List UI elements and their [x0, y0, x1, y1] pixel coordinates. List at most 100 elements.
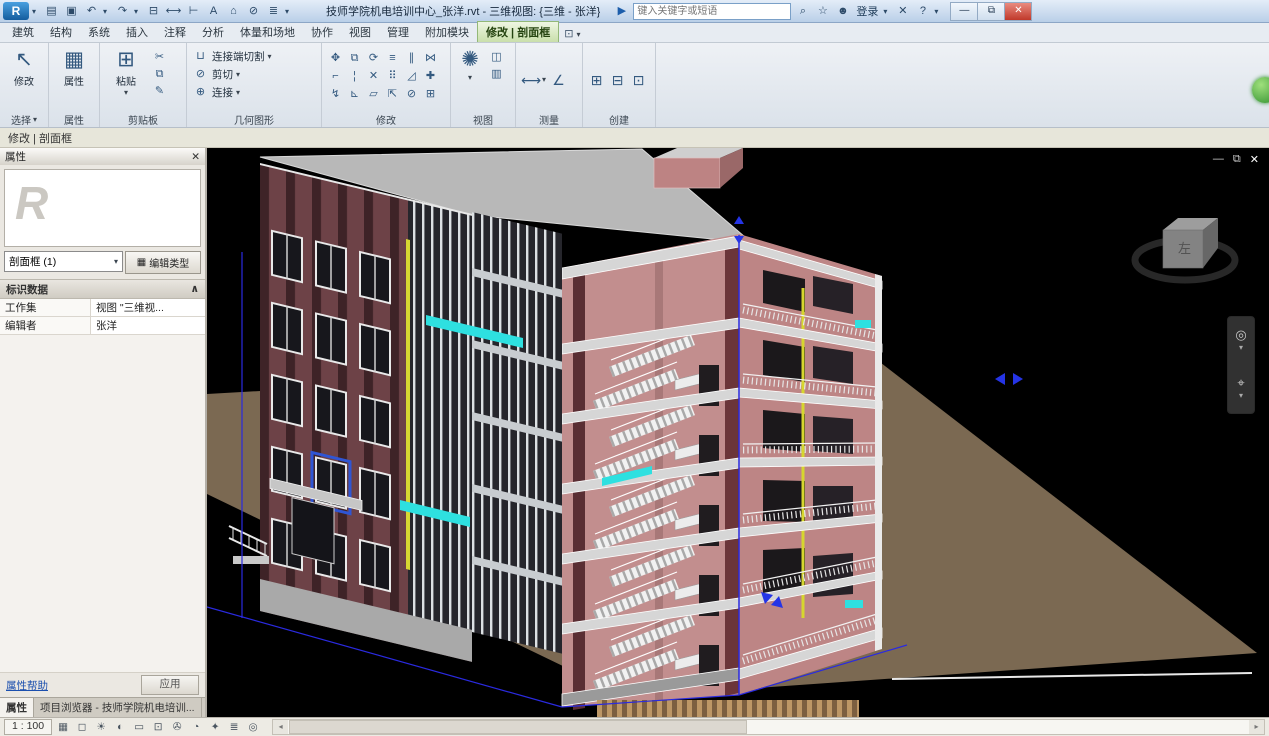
undo-dropdown-icon[interactable]: ▾ — [103, 7, 111, 16]
scroll-right-icon[interactable]: ▸ — [1249, 720, 1264, 734]
property-row-edited-by[interactable]: 编辑者 张洋 — [0, 317, 205, 335]
panel-label-properties[interactable]: 属性 — [49, 112, 99, 127]
restore-button[interactable]: ⧉ — [977, 2, 1005, 21]
forward-icon[interactable]: ▶ — [613, 3, 630, 20]
tab-architecture[interactable]: 建筑 — [4, 22, 42, 42]
visual-style-icon[interactable]: ◻ — [74, 720, 90, 735]
properties-help-link[interactable]: 属性帮助 — [6, 678, 48, 693]
section-icon[interactable]: ⊘ — [245, 3, 262, 20]
array-icon[interactable]: ⠿ — [384, 68, 401, 84]
angle-dimension-icon[interactable]: ∠ — [550, 72, 567, 88]
tab-project-browser[interactable]: 项目浏览器 - 技师学院机电培训... — [34, 698, 202, 717]
scroll-left-icon[interactable]: ◂ — [273, 720, 288, 734]
3d-model-canvas[interactable] — [207, 148, 1269, 717]
identity-data-header[interactable]: 标识数据 ∧ — [0, 279, 205, 299]
tab-massing-site[interactable]: 体量和场地 — [232, 22, 303, 42]
property-row-workset[interactable]: 工作集 视图 "三维视... — [0, 299, 205, 317]
thin-lines-icon[interactable]: ≣ — [265, 3, 282, 20]
save-icon[interactable]: ▣ — [63, 3, 80, 20]
copy-icon[interactable]: ⧉ — [346, 50, 363, 66]
modify-tool-button[interactable]: ↖ 修改 — [5, 47, 43, 88]
paint-icon[interactable]: ▱ — [365, 86, 382, 102]
sign-in-label[interactable]: 登录 — [856, 3, 878, 19]
hide-elements-button[interactable]: ✺ ▾ — [456, 47, 484, 82]
cut-geometry-button[interactable]: ⊘ 剪切 ▾ — [192, 65, 316, 83]
create-similar-icon[interactable]: ⊟ — [609, 72, 626, 88]
horizontal-scrollbar[interactable]: ◂ ▸ — [272, 719, 1265, 735]
scrollbar-track[interactable] — [748, 720, 1249, 734]
crop-region-icon[interactable]: ▭ — [131, 720, 147, 735]
panel-label-select[interactable]: 选择▾ — [0, 112, 48, 127]
steering-wheel-icon[interactable]: ◎▾ — [1235, 328, 1246, 354]
properties-toggle-button[interactable]: ▦ 属性 — [54, 47, 94, 88]
cut-to-clipboard-icon[interactable]: ✂ — [151, 49, 168, 65]
paste-button[interactable]: ⊞ 粘贴 ▾ — [105, 47, 147, 97]
displace-elements-icon[interactable]: ▥ — [488, 66, 505, 82]
close-palette-icon[interactable]: ✕ — [191, 151, 200, 163]
tab-collaborate[interactable]: 协作 — [303, 22, 341, 42]
type-selector[interactable]: 剖面框 (1) ▾ — [4, 251, 123, 272]
create-assembly-icon[interactable]: ⊡ — [630, 72, 647, 88]
delete-icon[interactable]: ✕ — [365, 68, 382, 84]
match-type-icon[interactable]: ✎ — [151, 83, 168, 99]
measure-icon[interactable]: ⟷ — [165, 3, 182, 20]
aligned-dimension-icon[interactable]: ⊢ — [185, 3, 202, 20]
text-note-icon[interactable]: A — [205, 3, 222, 20]
scrollbar-thumb[interactable] — [289, 720, 747, 734]
help-dropdown-icon[interactable]: ▾ — [934, 7, 942, 16]
viewport-restore-button[interactable]: ⧉ — [1233, 153, 1241, 166]
pin-icon[interactable]: ✚ — [422, 68, 439, 84]
print-icon[interactable]: ⊟ — [145, 3, 162, 20]
extend-icon[interactable]: ⇱ — [384, 86, 401, 102]
sign-in-dropdown-icon[interactable]: ▾ — [883, 7, 891, 16]
redo-icon[interactable]: ↷ — [114, 3, 131, 20]
customize-qat-dropdown-icon[interactable]: ▾ — [285, 7, 293, 16]
tab-systems[interactable]: 系统 — [80, 22, 118, 42]
apply-button[interactable]: 应用 — [141, 675, 199, 695]
open-icon[interactable]: ▤ — [43, 3, 60, 20]
tab-structure[interactable]: 结构 — [42, 22, 80, 42]
constraints-icon[interactable]: ◎ — [245, 720, 261, 735]
tab-properties-palette[interactable]: 属性 — [0, 698, 34, 717]
application-menu-button[interactable]: R — [3, 2, 29, 20]
contextual-extra-tab[interactable]: ⊡ ▾ — [559, 25, 585, 42]
measure-tool-icon[interactable]: ⟷ — [521, 72, 538, 88]
tab-modify-section-box[interactable]: 修改 | 剖面框 — [477, 21, 559, 42]
search-input[interactable] — [633, 3, 791, 20]
drawing-area[interactable]: — ⧉ ✕ 左 ◎▾ ⌖▾ — [207, 148, 1269, 717]
scale-icon[interactable]: ◿ — [403, 68, 420, 84]
viewcube[interactable]: 左 — [1129, 200, 1241, 294]
edit-type-button[interactable]: ▦ 编辑类型 — [125, 251, 201, 274]
tab-manage[interactable]: 管理 — [379, 22, 417, 42]
app-menu-dropdown-icon[interactable]: ▾ — [32, 7, 40, 16]
communication-center-icon[interactable] — [1252, 77, 1269, 103]
close-button[interactable]: ✕ — [1004, 2, 1032, 21]
minimize-button[interactable]: — — [950, 2, 978, 21]
move-icon[interactable]: ✥ — [327, 50, 344, 66]
viewport-minimize-button[interactable]: — — [1213, 153, 1224, 166]
analytical-model-icon[interactable]: ≣ — [226, 720, 242, 735]
redo-dropdown-icon[interactable]: ▾ — [134, 7, 142, 16]
offset-icon[interactable]: ∥ — [403, 50, 420, 66]
cut-profile-icon[interactable]: ⊘ — [403, 86, 420, 102]
favorites-star-icon[interactable]: ☆ — [814, 3, 831, 20]
default-3d-view-icon[interactable]: ⌂ — [225, 3, 242, 20]
undo-icon[interactable]: ↶ — [83, 3, 100, 20]
unpin-icon[interactable]: ↯ — [327, 86, 344, 102]
split-icon[interactable]: ¦ — [346, 68, 363, 84]
fillet-icon[interactable]: ⊾ — [346, 86, 363, 102]
tab-annotate[interactable]: 注释 — [156, 22, 194, 42]
override-graphics-icon[interactable]: ◫ — [488, 49, 505, 65]
zoom-tool-icon[interactable]: ⌖▾ — [1237, 376, 1244, 402]
detail-level-icon[interactable]: ▦ — [55, 720, 71, 735]
mirror-icon[interactable]: ⋈ — [422, 50, 439, 66]
user-icon[interactable]: ☻ — [834, 3, 851, 20]
create-group-icon[interactable]: ⊞ — [422, 86, 439, 102]
align-icon[interactable]: ≡ — [384, 50, 401, 66]
scale-button[interactable]: 1 : 100 — [4, 719, 52, 735]
tab-addins[interactable]: 附加模块 — [417, 22, 477, 42]
measure-dropdown-icon[interactable]: ▾ — [542, 75, 546, 84]
trim-icon[interactable]: ⌐ — [327, 68, 344, 84]
tab-view[interactable]: 视图 — [341, 22, 379, 42]
create-group-tool-icon[interactable]: ⊞ — [588, 72, 605, 88]
